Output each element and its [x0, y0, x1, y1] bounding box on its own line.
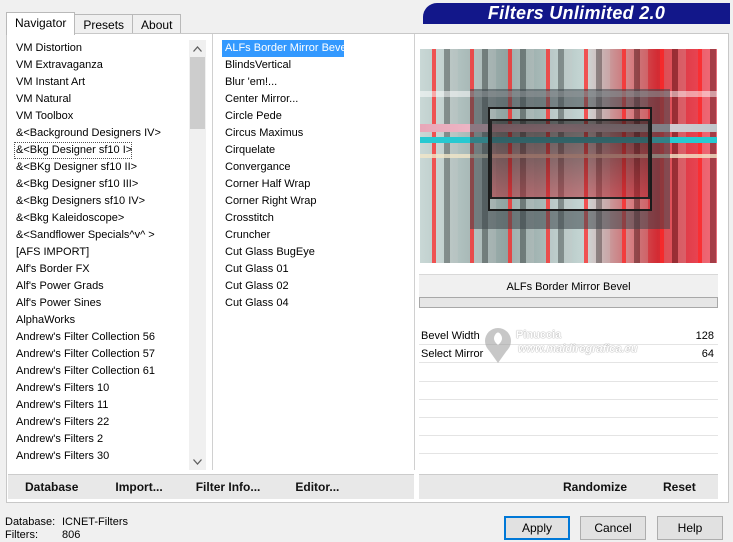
tab-about[interactable]: About [132, 14, 182, 35]
filter-item[interactable]: Cut Glass 01 [222, 261, 412, 278]
filters-count-value: 806 [62, 529, 81, 541]
category-scrollbar[interactable] [189, 40, 206, 470]
divider [414, 34, 415, 470]
scroll-thumb[interactable] [190, 57, 205, 129]
scroll-down-button[interactable] [189, 453, 206, 470]
filter-item[interactable]: Convergance [222, 159, 412, 176]
category-item[interactable]: Andrew's Filter Collection 57 [14, 346, 186, 363]
filter-item[interactable]: Blur 'em!... [222, 74, 412, 91]
category-item[interactable]: AlphaWorks [14, 312, 186, 329]
category-item[interactable]: &<Bkg Designer sf10 I> [14, 142, 132, 159]
category-item[interactable]: Andrew's Filters 30 [14, 448, 186, 465]
category-item[interactable]: Andrew's Filter Collection 56 [14, 329, 186, 346]
category-item[interactable]: Andrew's Filters 22 [14, 414, 186, 431]
tab-bar: Navigator Presets About [6, 12, 182, 35]
chevron-down-icon [193, 458, 202, 465]
category-item[interactable]: Andrew's Filters 11 [14, 397, 186, 414]
cancel-button[interactable]: Cancel [580, 516, 646, 540]
selected-filter-name: ALFs Border Mirror Bevel [419, 274, 718, 298]
app-title: Filters Unlimited 2.0 [487, 3, 666, 23]
import-button[interactable]: Import... [115, 480, 162, 494]
category-item[interactable]: Alf's Power Grads [14, 278, 186, 295]
apply-button[interactable]: Apply [504, 516, 570, 540]
filter-item[interactable]: Cut Glass 02 [222, 278, 412, 295]
category-item[interactable]: VM Extravaganza [14, 57, 186, 74]
category-item[interactable]: &<Bkg Designers sf10 IV> [14, 193, 186, 210]
app-title-banner: Filters Unlimited 2.0 [423, 3, 730, 24]
filter-item[interactable]: Crosstitch [222, 210, 412, 227]
progress-bar [419, 297, 718, 308]
scroll-up-button[interactable] [189, 40, 206, 57]
filter-item[interactable]: Cirquelate [222, 142, 412, 159]
watermark-brand: Pinuccia [516, 329, 562, 341]
tab-presets[interactable]: Presets [74, 14, 134, 35]
watermark-pin-icon [485, 328, 511, 363]
database-info: Database: ICNET-Filters Filters: 806 [5, 516, 128, 542]
filter-item[interactable]: Circus Maximus [222, 125, 412, 142]
randomize-button[interactable]: Randomize [563, 480, 627, 494]
filter-item[interactable]: Circle Pede [222, 108, 412, 125]
filter-item[interactable]: Corner Half Wrap [222, 176, 412, 193]
watermark-logo: Pinuccia www.maidiregrafica.eu [478, 325, 637, 368]
reset-button[interactable]: Reset [663, 480, 696, 494]
editor-button[interactable]: Editor... [295, 480, 339, 494]
category-item[interactable]: [AFS IMPORT] [14, 244, 186, 261]
filters-count-label: Filters: [5, 529, 38, 541]
category-item[interactable]: Andrew's Filters 10 [14, 380, 186, 397]
help-button[interactable]: Help [657, 516, 723, 540]
category-item[interactable]: Alf's Border FX [14, 261, 186, 278]
database-button[interactable]: Database [25, 480, 78, 494]
filter-list[interactable]: ALFs Border Mirror Bevel BlindsVertical Bl… [222, 40, 412, 470]
filter-info-button[interactable]: Filter Info... [196, 480, 261, 494]
category-list[interactable]: VM Distortion VM Extravaganza VM Instant A… [14, 40, 206, 470]
category-item[interactable]: VM Distortion [14, 40, 186, 57]
category-item[interactable]: &<Bkg Kaleidoscope> [14, 210, 186, 227]
category-item[interactable]: Alf's Power Sines [14, 295, 186, 312]
params-toolbar: Randomize Reset [419, 474, 718, 499]
database-label: Database: [5, 516, 56, 528]
navigator-toolbar: Database Import... Filter Info... Editor… [8, 474, 414, 499]
category-item[interactable]: VM Instant Art [14, 74, 186, 91]
category-item[interactable]: &<Bkg Designer sf10 III> [14, 176, 186, 193]
category-item[interactable]: &<Sandflower Specials^v^ > [14, 227, 186, 244]
filter-preview-image [420, 49, 717, 263]
category-item[interactable]: VM Toolbox [14, 108, 186, 125]
category-item[interactable]: &<BKg Designer sf10 II> [14, 159, 186, 176]
tab-navigator[interactable]: Navigator [6, 12, 76, 35]
filter-name-label: ALFs Border Mirror Bevel [506, 280, 631, 293]
category-item[interactable]: VM Natural [14, 91, 186, 108]
filter-item[interactable]: Corner Right Wrap [222, 193, 412, 210]
filter-item[interactable]: Cruncher [222, 227, 412, 244]
filter-item[interactable]: Cut Glass 04 [222, 295, 412, 312]
filter-item[interactable]: BlindsVertical [222, 57, 412, 74]
watermark-site: www.maidiregrafica.eu [518, 343, 638, 355]
filter-item[interactable]: ALFs Border Mirror Bevel [222, 40, 349, 57]
category-item[interactable]: &<Background Designers IV> [14, 125, 186, 142]
database-value: ICNET-Filters [62, 516, 128, 528]
category-item[interactable]: Andrew's Filter Collection 61 [14, 363, 186, 380]
filter-item[interactable]: Cut Glass BugEye [222, 244, 412, 261]
divider [212, 34, 213, 470]
param-value: 64 [701, 348, 714, 360]
param-value: 128 [695, 330, 714, 342]
chevron-up-icon [193, 45, 202, 52]
filter-item[interactable]: Center Mirror... [222, 91, 412, 108]
category-item[interactable]: Andrew's Filters 2 [14, 431, 186, 448]
